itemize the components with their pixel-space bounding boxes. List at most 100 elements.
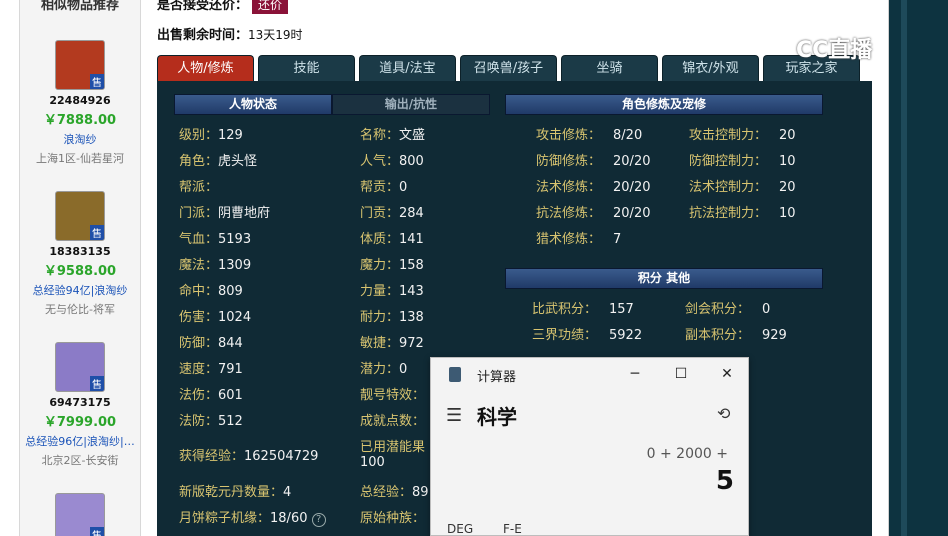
rec-item-server: 无与伦比-将军	[45, 303, 115, 316]
tab-summons[interactable]: 召唤兽/孩子	[460, 55, 557, 81]
cultivation-row: 猎术修炼： 7	[536, 228, 621, 247]
score-row: 副本积分： 929	[685, 324, 787, 343]
rec-item-id[interactable]: 18383135	[20, 245, 140, 258]
help-icon[interactable]: ?	[311, 513, 326, 527]
rec-item-id[interactable]: 69473175	[20, 396, 140, 409]
rec-item-price: ￥7999.00	[43, 415, 117, 430]
close-icon[interactable]: ✕	[715, 362, 739, 386]
stat-row-value: 512	[218, 414, 243, 429]
minimize-icon[interactable]: ─	[623, 362, 647, 386]
control-row-value: 20	[779, 180, 796, 195]
stat-row-label: 耐力：	[360, 310, 400, 325]
cultivation-row-value: 20/20	[613, 180, 651, 195]
hamburger-menu-icon[interactable]: ☰	[446, 405, 462, 426]
cultivation-row-label: 法术修炼：	[536, 180, 602, 195]
stat-row-value: 1309	[218, 258, 252, 273]
character-avatar[interactable]: 售	[55, 342, 105, 392]
tab-outfits[interactable]: 锦衣/外观	[662, 55, 759, 81]
control-row-label: 抗法控制力：	[689, 206, 768, 221]
used-potential-value: 100	[360, 455, 385, 470]
stat-row: 气血：5193	[179, 228, 251, 247]
accept-counter-label: 是否接受还价：	[157, 0, 249, 13]
stat-row-label: 速度：	[179, 362, 219, 377]
cultivation-row-value: 8/20	[613, 128, 643, 143]
maximize-icon[interactable]: ☐	[669, 362, 693, 386]
cultivation-row-label: 攻击修炼：	[536, 128, 602, 143]
stream-watermark: CC直播	[796, 38, 873, 63]
exp-row: 获得经验：162504729	[179, 445, 318, 464]
character-avatar[interactable]: 售	[55, 191, 105, 241]
character-avatar[interactable]: 售	[55, 40, 105, 90]
qianyuan-label: 新版乾元丹数量：	[179, 485, 284, 500]
cultivation-row-label: 抗法修炼：	[536, 206, 602, 221]
rec-item-tag: 总经验94亿|浪淘纱	[32, 284, 128, 297]
score-row-value: 929	[762, 328, 787, 343]
tab-mounts[interactable]: 坐骑	[561, 55, 658, 81]
stat-row-value: 129	[218, 128, 243, 143]
character-avatar[interactable]: 售	[55, 493, 105, 536]
stat-row-value: 阴曹地府	[218, 206, 271, 221]
fe-button[interactable]: F-E	[503, 522, 522, 536]
stat-row-label: 敏捷：	[360, 336, 400, 351]
stat-row-value: 143	[399, 284, 424, 299]
stat-row-value: 1024	[218, 310, 252, 325]
output-resist-header[interactable]: 输出/抗性	[332, 94, 490, 115]
total-exp-label: 总经验：	[360, 485, 413, 500]
exp-value: 162504729	[244, 449, 319, 464]
status-header[interactable]: 人物状态	[174, 94, 332, 115]
score-row-label: 三界功绩：	[532, 328, 598, 343]
stat-row-label: 帮贡：	[360, 180, 400, 195]
calculator-titlebar[interactable]: 计算器 ─ ☐ ✕	[431, 358, 748, 390]
origin-label: 原始种族：	[360, 511, 426, 526]
tab-character[interactable]: 人物/修炼	[157, 55, 254, 81]
score-row-label: 副本积分：	[685, 328, 751, 343]
stat-row-value: 141	[399, 232, 424, 247]
stat-row-label: 帮派：	[179, 180, 219, 195]
stat-row-value: 844	[218, 336, 243, 351]
rec-item[interactable]: 售 69473175 ￥7999.00 总经验96亿|浪淘纱|… 北京2区-长安…	[20, 342, 140, 468]
stat-row-label: 魔力：	[360, 258, 400, 273]
rec-item-server: 上海1区-仙若星河	[36, 152, 124, 165]
stat-row-value: 809	[218, 284, 243, 299]
tab-bar: 人物/修炼 技能 道具/法宝 召唤兽/孩子 坐骑 锦衣/外观 玩家之家	[157, 55, 872, 81]
stat-row-value: 800	[399, 154, 424, 169]
rec-item[interactable]: 售 18383135 ￥9588.00 总经验94亿|浪淘纱 无与伦比-将军	[20, 191, 140, 317]
stat-row: 体质：141	[360, 228, 424, 247]
score-header: 积分 其他	[505, 268, 823, 289]
stat-row-label: 门派：	[179, 206, 219, 221]
rec-item-id[interactable]: 22484926	[20, 94, 140, 107]
rec-item[interactable]: 售 22484926 ￥7888.00 浪淘纱 上海1区-仙若星河	[20, 40, 140, 166]
stat-row-label: 成就点数：	[360, 414, 426, 429]
sell-badge: 售	[90, 74, 104, 89]
control-row: 攻击控制力： 20	[689, 124, 796, 143]
history-icon[interactable]: ⟲	[717, 404, 730, 423]
stat-row: 帮贡：0	[360, 176, 407, 195]
stat-row-label: 体质：	[360, 232, 400, 247]
stat-row-label: 潜力：	[360, 362, 400, 377]
rec-item[interactable]: 售	[20, 493, 140, 536]
cultivation-row: 防御修炼： 20/20	[536, 150, 650, 169]
score-row: 三界功绩： 5922	[532, 324, 642, 343]
stat-row-label: 防御：	[179, 336, 219, 351]
counter-offer-button[interactable]: 还价	[252, 0, 289, 14]
stat-row: 潜力：0	[360, 358, 407, 377]
stat-row-label: 人气：	[360, 154, 400, 169]
calculator-icon	[449, 367, 461, 382]
sell-badge: 售	[90, 225, 104, 240]
deg-button[interactable]: DEG	[447, 522, 473, 536]
tab-skills[interactable]: 技能	[258, 55, 355, 81]
tab-items[interactable]: 道具/法宝	[359, 55, 456, 81]
sidebar-title: 相似物品推荐	[40, 0, 119, 13]
stat-row-value: 0	[399, 180, 408, 195]
stat-row-label: 名称：	[360, 128, 400, 143]
total-exp-value: 89	[412, 485, 429, 500]
accept-counter-row: 是否接受还价： 还价	[157, 0, 289, 14]
stat-row-value: 文盛	[399, 128, 426, 143]
stat-row-label: 伤害：	[179, 310, 219, 325]
stat-row: 魔法：1309	[179, 254, 251, 273]
calculator-window[interactable]: 计算器 ─ ☐ ✕ ☰ 科学 ⟲ 0 + 2000 + 5 DEG F-E	[430, 357, 749, 536]
cultivation-row: 抗法修炼： 20/20	[536, 202, 650, 221]
qianyuan-value: 4	[283, 485, 292, 500]
calculator-mode: 科学	[477, 405, 517, 429]
score-row-label: 剑会积分：	[685, 302, 751, 317]
